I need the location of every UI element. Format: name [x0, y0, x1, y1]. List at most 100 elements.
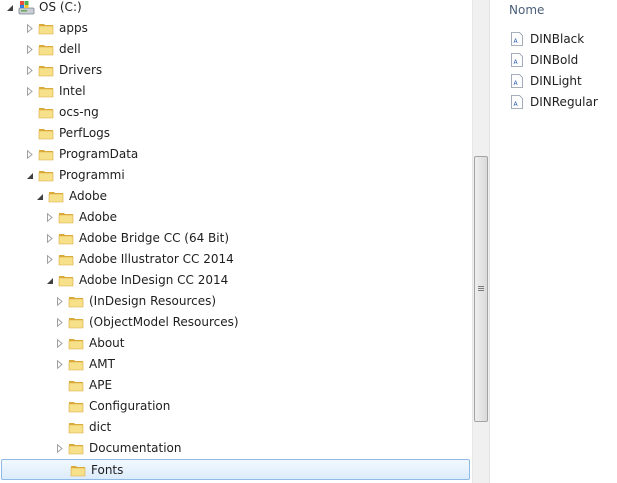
expand-arrow-icon[interactable] — [25, 45, 34, 54]
expand-arrow-icon[interactable] — [55, 339, 64, 348]
tree-item-label: (InDesign Resources) — [89, 294, 217, 308]
tree-item-label: dell — [59, 42, 81, 56]
scrollbar-grip-icon — [478, 286, 484, 292]
tree-item-objectmodel-resources[interactable]: (ObjectModel Resources) — [0, 312, 470, 333]
expand-arrow-icon[interactable] — [45, 255, 54, 264]
file-list-pane[interactable]: Nome A DINBlack A DINBold A DINLight A DINRegul… — [490, 0, 617, 483]
folder-icon — [38, 42, 54, 56]
tree-vertical-scrollbar[interactable] — [472, 0, 489, 483]
expand-arrow-icon[interactable] — [25, 150, 34, 159]
folder-icon — [68, 420, 84, 434]
drive-icon — [18, 0, 35, 15]
file-item[interactable]: A DINRegular — [510, 92, 598, 112]
tree-item-programdata[interactable]: ProgramData — [0, 144, 470, 165]
tree-item-label: AMT — [89, 357, 115, 371]
tree-item-apps[interactable]: apps — [0, 18, 470, 39]
tree-item-os-c[interactable]: OS (C:) — [0, 0, 470, 18]
tree-item-label: Configuration — [89, 399, 171, 413]
tree-item-label: Programmi — [59, 168, 125, 182]
folder-tree-pane[interactable]: OS (C:) apps dell Drivers Intel ocs-ng PerfLog… — [0, 0, 472, 483]
folder-icon — [68, 315, 84, 329]
tree-item-dict[interactable]: dict — [0, 417, 470, 438]
collapse-arrow-icon[interactable] — [45, 276, 54, 285]
tree-item-configuration[interactable]: Configuration — [0, 396, 470, 417]
expand-arrow-icon[interactable] — [55, 444, 64, 453]
folder-icon — [68, 294, 84, 308]
tree-item-label: ProgramData — [59, 147, 139, 161]
file-name: DINBold — [530, 53, 579, 67]
tree-item-ape[interactable]: APE — [0, 375, 470, 396]
collapse-arrow-icon[interactable] — [35, 192, 44, 201]
tree-item-adobe[interactable]: Adobe — [0, 186, 470, 207]
tree-item-adobe[interactable]: Adobe — [0, 207, 470, 228]
folder-icon — [38, 126, 54, 140]
tree-item-perflogs[interactable]: PerfLogs — [0, 123, 470, 144]
folder-icon — [38, 105, 54, 119]
tree-item-label: Fonts — [91, 463, 124, 477]
tree-item-label: Adobe InDesign CC 2014 — [79, 273, 229, 287]
collapse-arrow-icon[interactable] — [25, 171, 34, 180]
tree-item-label: dict — [89, 420, 112, 434]
file-name: DINLight — [530, 74, 582, 88]
file-item[interactable]: A DINBold — [510, 50, 578, 70]
column-header-nome[interactable]: Nome — [509, 3, 544, 17]
font-file-icon: A — [510, 32, 524, 46]
tree-item-adobe-indesign-cc-2014[interactable]: Adobe InDesign CC 2014 — [0, 270, 470, 291]
file-name: DINBlack — [530, 32, 585, 46]
folder-icon — [70, 463, 86, 477]
tree-item-label: Drivers — [59, 63, 103, 77]
expand-arrow-icon[interactable] — [45, 213, 54, 222]
tree-item-label: Adobe Bridge CC (64 Bit) — [79, 231, 229, 245]
collapse-arrow-icon[interactable] — [5, 3, 14, 12]
tree-item-amt[interactable]: AMT — [0, 354, 470, 375]
tree-item-label: Adobe Illustrator CC 2014 — [79, 252, 234, 266]
tree-item-label: Adobe — [79, 210, 117, 224]
folder-icon — [38, 84, 54, 98]
tree-item-indesign-resources[interactable]: (InDesign Resources) — [0, 291, 470, 312]
tree-item-label: Adobe — [69, 189, 107, 203]
tree-item-label: OS (C:) — [39, 0, 82, 14]
folder-icon — [58, 252, 74, 266]
folder-icon — [68, 399, 84, 413]
tree-item-label: About — [89, 336, 125, 350]
file-item[interactable]: A DINLight — [510, 71, 582, 91]
folder-icon — [68, 441, 84, 455]
expand-arrow-icon[interactable] — [25, 24, 34, 33]
expand-arrow-icon[interactable] — [25, 66, 34, 75]
folder-icon — [58, 231, 74, 245]
tree-item-programmi[interactable]: Programmi — [0, 165, 470, 186]
tree-item-label: Documentation — [89, 441, 182, 455]
tree-item-label: apps — [59, 21, 88, 35]
expand-arrow-icon[interactable] — [55, 318, 64, 327]
folder-icon — [38, 21, 54, 35]
folder-icon — [68, 378, 84, 392]
tree-item-about[interactable]: About — [0, 333, 470, 354]
tree-item-label: (ObjectModel Resources) — [89, 315, 239, 329]
expand-arrow-icon[interactable] — [45, 234, 54, 243]
file-item[interactable]: A DINBlack — [510, 29, 584, 49]
folder-icon — [68, 357, 84, 371]
tree-item-drivers[interactable]: Drivers — [0, 60, 470, 81]
tree-item-adobe-illustrator-cc-2014[interactable]: Adobe Illustrator CC 2014 — [0, 249, 470, 270]
tree-item-adobe-bridge-cc-64-bit[interactable]: Adobe Bridge CC (64 Bit) — [0, 228, 470, 249]
tree-item-ocs-ng[interactable]: ocs-ng — [0, 102, 470, 123]
tree-item-label: PerfLogs — [59, 126, 111, 140]
expand-arrow-icon[interactable] — [25, 87, 34, 96]
folder-icon — [38, 147, 54, 161]
folder-icon — [38, 63, 54, 77]
folder-icon — [68, 336, 84, 350]
tree-item-label: APE — [89, 378, 113, 392]
tree-item-intel[interactable]: Intel — [0, 81, 470, 102]
expand-arrow-icon[interactable] — [55, 360, 64, 369]
tree-item-label: ocs-ng — [59, 105, 99, 119]
scrollbar-thumb[interactable] — [474, 156, 488, 422]
folder-icon — [38, 168, 54, 182]
expand-arrow-icon[interactable] — [55, 297, 64, 306]
tree-item-fonts[interactable]: Fonts — [1, 459, 470, 480]
folder-icon — [58, 273, 74, 287]
file-name: DINRegular — [530, 95, 598, 109]
tree-item-dell[interactable]: dell — [0, 39, 470, 60]
font-file-icon: A — [510, 53, 524, 67]
folder-icon — [58, 210, 74, 224]
tree-item-documentation[interactable]: Documentation — [0, 438, 470, 459]
